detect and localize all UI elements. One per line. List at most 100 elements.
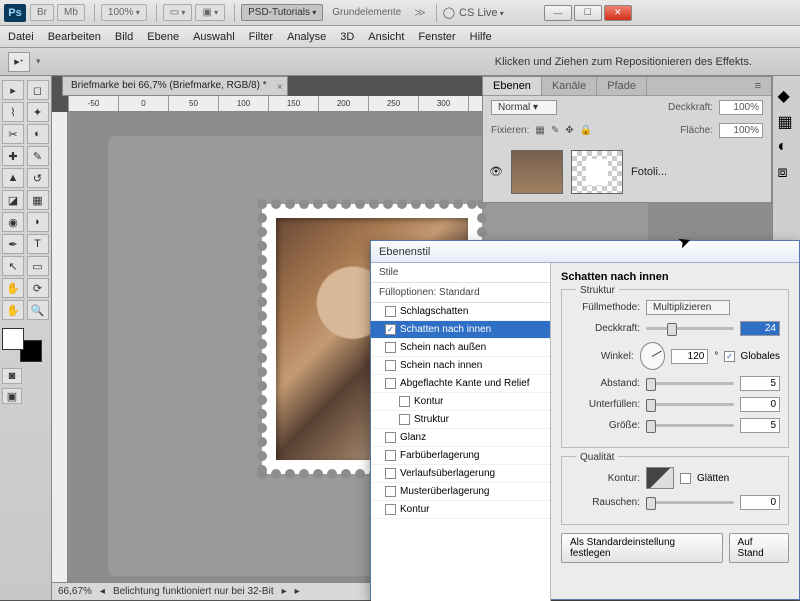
history-tool[interactable]: ↺ xyxy=(27,168,49,188)
eraser-tool[interactable]: ◪ xyxy=(2,190,24,210)
opacity-slider[interactable]: .slider[style*="24"]::before{left:24%} xyxy=(646,327,734,330)
style-farbe[interactable]: Farbüberlagerung xyxy=(371,447,550,465)
zoom-level[interactable]: 66,67% xyxy=(58,586,92,597)
workspace-grundelemente[interactable]: Grundelemente xyxy=(326,5,407,20)
style-schlagschatten[interactable]: Schlagschatten xyxy=(371,303,550,321)
nav-next-icon[interactable]: ▸ xyxy=(282,586,287,597)
dodge-tool[interactable]: ◗ xyxy=(27,212,49,232)
menu-3d[interactable]: 3D xyxy=(340,31,354,43)
layer-row[interactable]: 👁 Fotoli... xyxy=(483,142,771,202)
eyedropper-tool[interactable]: ◐ xyxy=(27,124,49,144)
blendmode-select[interactable]: Multiplizieren xyxy=(646,300,730,315)
choke-value[interactable]: 0 xyxy=(740,397,780,412)
bridge-button[interactable]: Br xyxy=(30,4,54,21)
size-slider[interactable] xyxy=(646,424,734,427)
opacity-input[interactable]: 100% xyxy=(719,100,763,115)
heal-tool[interactable]: ✚ xyxy=(2,146,24,166)
quickmask-toggle[interactable]: ◙ xyxy=(2,368,22,384)
tab-pfade[interactable]: Pfade xyxy=(597,77,647,95)
layer-mask-thumb[interactable] xyxy=(571,150,623,194)
marquee-tool[interactable]: ◻ xyxy=(27,80,49,100)
style-schatten-innen[interactable]: Schatten nach innen xyxy=(371,321,550,339)
zoom-tool[interactable]: 🔍 xyxy=(27,300,49,320)
view-mode-dropdown[interactable]: ▭ xyxy=(163,4,193,21)
contour-picker[interactable] xyxy=(646,467,674,489)
path-tool[interactable]: ↖ xyxy=(2,256,24,276)
type-tool[interactable]: T xyxy=(27,234,49,254)
maximize-button[interactable]: ☐ xyxy=(574,5,602,21)
close-tab-icon[interactable]: × xyxy=(277,79,283,97)
hand-tool[interactable]: ✋ xyxy=(2,300,24,320)
tab-kanaele[interactable]: Kanäle xyxy=(542,77,597,95)
menu-filter[interactable]: Filter xyxy=(249,31,273,43)
swatches-icon[interactable]: ◆ xyxy=(778,86,796,104)
workspace-psd-tutorials[interactable]: PSD-Tutorials xyxy=(241,4,323,21)
global-light-checkbox[interactable] xyxy=(724,351,734,362)
crop-tool[interactable]: ✂ xyxy=(2,124,24,144)
styles-header[interactable]: Stile xyxy=(371,263,550,283)
lock-position-icon[interactable]: ✥ xyxy=(565,125,573,136)
3d-tool[interactable]: ✋ xyxy=(2,278,24,298)
distance-value[interactable]: 5 xyxy=(740,376,780,391)
menu-ansicht[interactable]: Ansicht xyxy=(368,31,404,43)
pen-tool[interactable]: ✒ xyxy=(2,234,24,254)
visibility-icon[interactable]: 👁 xyxy=(489,165,503,179)
close-button[interactable]: ✕ xyxy=(604,5,632,21)
layer-name[interactable]: Fotoli... xyxy=(631,166,667,178)
layer-thumb[interactable] xyxy=(511,150,563,194)
brush-tool[interactable]: ✎ xyxy=(27,146,49,166)
screenmode-toggle[interactable]: ▣ xyxy=(2,388,22,404)
style-muster[interactable]: Musterüberlagerung xyxy=(371,483,550,501)
style-schein-aussen[interactable]: Schein nach außen xyxy=(371,339,550,357)
noise-slider[interactable] xyxy=(646,501,734,504)
blend-mode-select[interactable]: Normal ▾ xyxy=(491,100,557,115)
stamp-tool[interactable]: ▲ xyxy=(2,168,24,188)
menu-hilfe[interactable]: Hilfe xyxy=(470,31,492,43)
shape-tool[interactable]: ▭ xyxy=(27,256,49,276)
status-menu-icon[interactable]: ▸ xyxy=(295,586,300,597)
style-schein-innen[interactable]: Schein nach innen xyxy=(371,357,550,375)
style-kontur[interactable]: Kontur xyxy=(371,501,550,519)
lock-paint-icon[interactable]: ✎ xyxy=(551,125,559,136)
chevron-down-icon[interactable]: ▾ xyxy=(36,56,41,67)
antialias-checkbox[interactable] xyxy=(680,473,691,484)
camera-tool[interactable]: ⟳ xyxy=(27,278,49,298)
size-value[interactable]: 5 xyxy=(740,418,780,433)
panel-menu-icon[interactable]: ≡ xyxy=(745,77,771,95)
styles-icon[interactable]: ▦ xyxy=(778,112,796,130)
document-tab[interactable]: Briefmarke bei 66,7% (Briefmarke, RGB/8)… xyxy=(62,76,288,96)
menu-datei[interactable]: Datei xyxy=(8,31,34,43)
fg-color[interactable] xyxy=(2,328,24,350)
move-tool-icon[interactable]: ▸+ xyxy=(8,52,30,72)
reset-default-button[interactable]: Auf Stand xyxy=(729,533,789,563)
lasso-tool[interactable]: ⌇ xyxy=(2,102,24,122)
transform-icon[interactable]: ⧈ xyxy=(778,164,796,182)
more-icon[interactable]: ≫ xyxy=(414,6,426,19)
minimize-button[interactable]: — xyxy=(544,5,572,21)
noise-value[interactable]: 0 xyxy=(740,495,780,510)
menu-bearbeiten[interactable]: Bearbeiten xyxy=(48,31,101,43)
lock-all-icon[interactable]: 🔒 xyxy=(580,125,592,136)
angle-value[interactable]: 120 xyxy=(671,349,708,364)
gradient-tool[interactable]: ▦ xyxy=(27,190,49,210)
move-tool[interactable]: ▸ xyxy=(2,80,24,100)
choke-slider[interactable] xyxy=(646,403,734,406)
menu-auswahl[interactable]: Auswahl xyxy=(193,31,235,43)
fill-input[interactable]: 100% xyxy=(719,123,763,138)
style-glanz[interactable]: Glanz xyxy=(371,429,550,447)
nav-prev-icon[interactable]: ◂ xyxy=(100,586,105,597)
zoom-dropdown[interactable]: 100% xyxy=(101,4,147,21)
style-kontur-sub[interactable]: Kontur xyxy=(371,393,550,411)
make-default-button[interactable]: Als Standardeinstellung festlegen xyxy=(561,533,723,563)
menu-analyse[interactable]: Analyse xyxy=(287,31,326,43)
dialog-title[interactable]: Ebenenstil xyxy=(371,241,799,263)
style-struktur-sub[interactable]: Struktur xyxy=(371,411,550,429)
style-bevel[interactable]: Abgeflachte Kante und Relief xyxy=(371,375,550,393)
lock-transparent-icon[interactable]: ▦ xyxy=(535,125,544,136)
style-verlauf[interactable]: Verlaufsüberlagerung xyxy=(371,465,550,483)
minibridge-button[interactable]: Mb xyxy=(57,4,85,21)
opacity-value[interactable]: 24 xyxy=(740,321,780,336)
angle-wheel[interactable] xyxy=(640,342,666,370)
wand-tool[interactable]: ✦ xyxy=(27,102,49,122)
blur-tool[interactable]: ◉ xyxy=(2,212,24,232)
